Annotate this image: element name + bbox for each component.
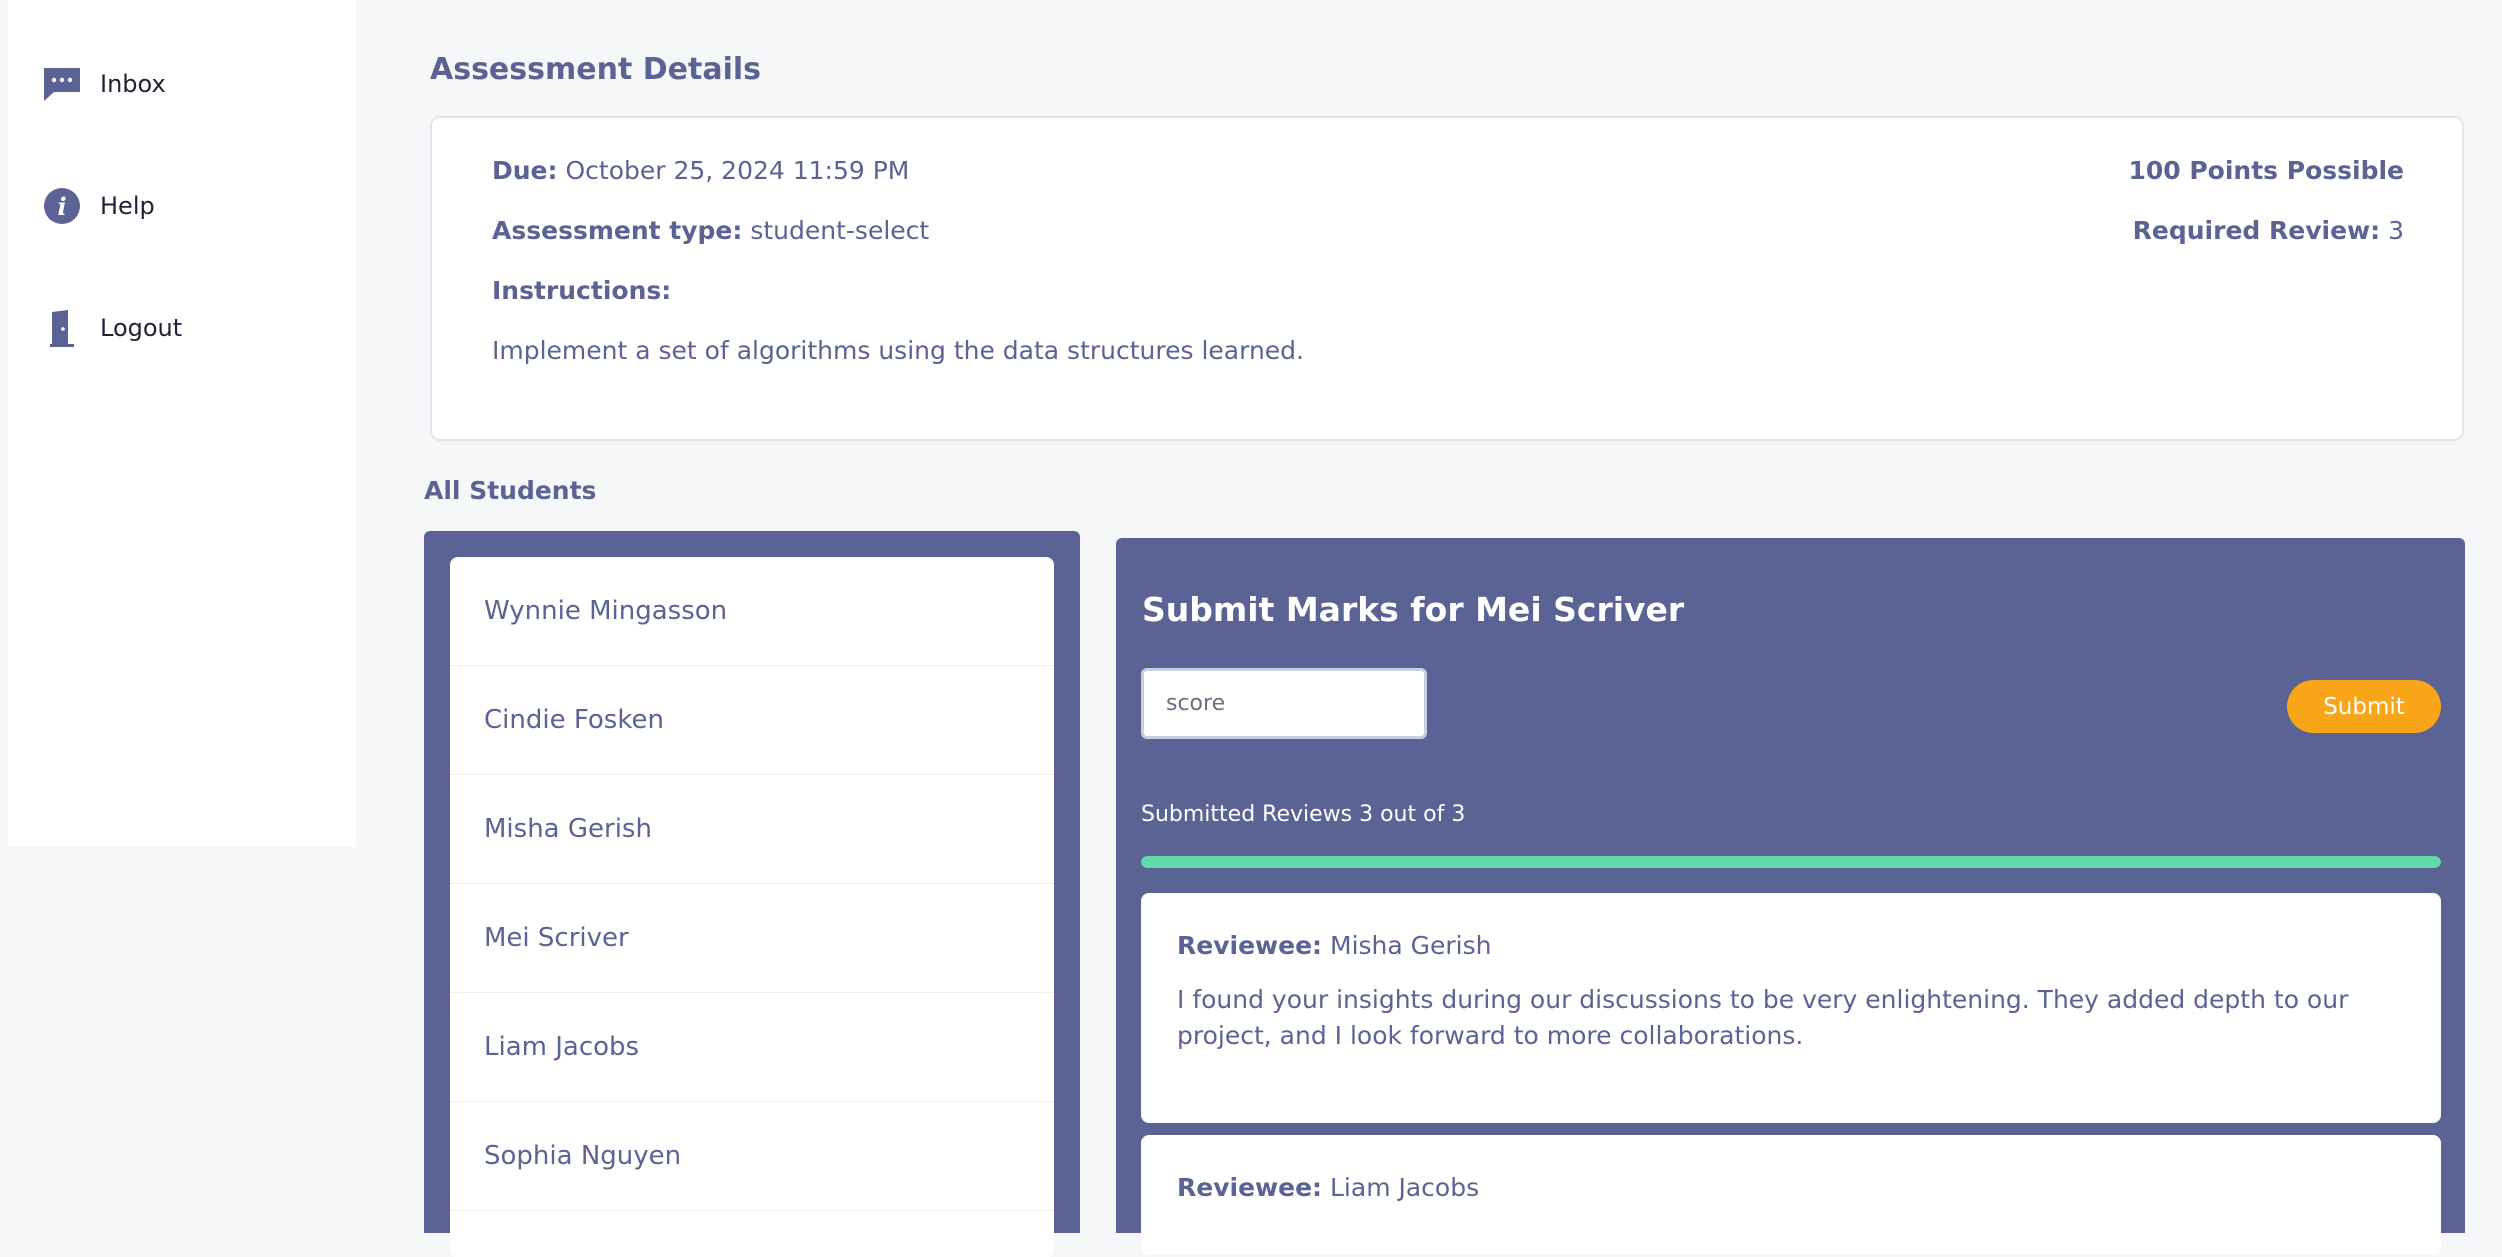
list-item[interactable]: Wynnie Mingasson: [450, 557, 1054, 666]
reviewee: Reviewee: Misha Gerish: [1177, 931, 2405, 960]
svg-text:i: i: [57, 192, 66, 221]
list-item[interactable]: Sophia Nguyen: [450, 1102, 1054, 1211]
points-possible: 100 Points Possible: [2128, 156, 2404, 185]
sidebar-item-logout[interactable]: Logout: [42, 308, 182, 348]
required-label: Required Review:: [2132, 216, 2381, 245]
students-list: Wynnie Mingasson Cindie Fosken Misha Ger…: [450, 557, 1054, 1257]
info-icon: i: [42, 186, 82, 226]
reviewee: Reviewee: Liam Jacobs: [1177, 1173, 2405, 1202]
list-item[interactable]: Mei Scriver: [450, 884, 1054, 993]
review-card: Reviewee: Misha Gerish I found your insi…: [1141, 893, 2441, 1123]
instructions-text: Implement a set of algorithms using the …: [492, 336, 1304, 365]
door-icon: [42, 308, 82, 348]
list-item[interactable]: Cindie Fosken: [450, 666, 1054, 775]
list-item[interactable]: Misha Gerish: [450, 775, 1054, 884]
page-title: Assessment Details: [430, 52, 761, 87]
reviewee-name: Misha Gerish: [1330, 931, 1492, 960]
chat-icon: [42, 64, 82, 104]
sidebar: Inbox i Help Logout: [8, 0, 356, 847]
sidebar-item-help[interactable]: i Help: [42, 186, 155, 226]
assessment-type: Assessment type: student-select: [492, 216, 929, 245]
progress-bar: [1141, 856, 2441, 868]
progress-label: Submitted Reviews 3 out of 3: [1141, 802, 1466, 827]
due-value: October 25, 2024 11:59 PM: [565, 156, 910, 185]
required-review: Required Review: 3: [2133, 216, 2404, 245]
instructions-label: Instructions:: [492, 276, 672, 305]
progress-fill: [1141, 856, 2441, 868]
required-value: 3: [2388, 216, 2404, 245]
list-item[interactable]: Liam Jacobs: [450, 993, 1054, 1102]
all-students-label: All Students: [424, 476, 597, 505]
sidebar-item-label: Logout: [100, 314, 183, 342]
score-input[interactable]: [1141, 668, 1427, 739]
review-comment: I found your insights during our discuss…: [1177, 985, 2349, 1050]
type-value: student-select: [750, 216, 930, 245]
due-date: Due: October 25, 2024 11:59 PM: [492, 156, 909, 185]
due-label: Due:: [492, 156, 558, 185]
submit-marks-panel: Submit Marks for Mei Scriver Submit Subm…: [1116, 538, 2465, 1255]
review-card: Reviewee: Liam Jacobs: [1141, 1135, 2441, 1255]
reviewee-label: Reviewee:: [1177, 1173, 1323, 1202]
submit-button[interactable]: Submit: [2287, 680, 2441, 733]
students-panel: Wynnie Mingasson Cindie Fosken Misha Ger…: [424, 531, 1080, 1257]
reviewee-label: Reviewee:: [1177, 931, 1323, 960]
submit-marks-title: Submit Marks for Mei Scriver: [1142, 590, 1685, 629]
sidebar-item-label: Help: [100, 192, 155, 220]
sidebar-item-label: Inbox: [100, 70, 166, 98]
sidebar-item-inbox[interactable]: Inbox: [42, 64, 166, 104]
assessment-details-card: Due: October 25, 2024 11:59 PM Assessmen…: [430, 116, 2464, 441]
type-label: Assessment type:: [492, 216, 743, 245]
reviewee-name: Liam Jacobs: [1330, 1173, 1480, 1202]
